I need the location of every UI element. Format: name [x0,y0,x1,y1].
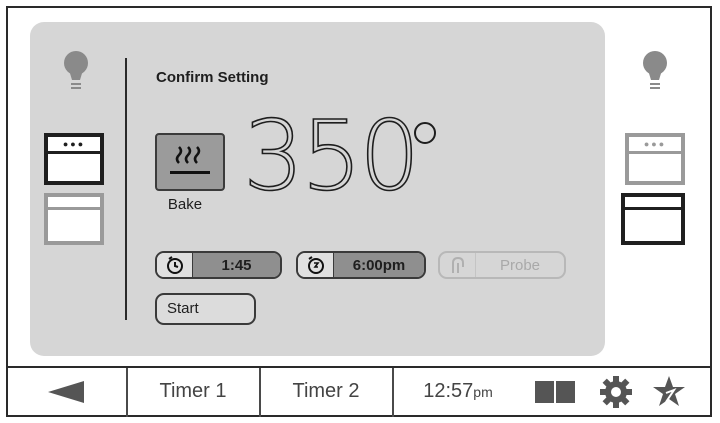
probe-icon [440,253,476,277]
cook-time-value: 1:45 [193,253,280,277]
panel-title: Confirm Setting [156,69,269,86]
right-upper-oven-icon[interactable]: ●●● [625,133,685,185]
end-time-value: 6:00pm [334,253,424,277]
degree-symbol [414,122,436,144]
clock-time: 12:57 [423,380,474,402]
end-time-button[interactable]: 6:00pm [296,251,426,279]
back-button[interactable] [7,368,125,415]
heat-waves-icon [170,146,210,174]
timer1-button[interactable]: Timer 1 [127,368,259,415]
timer-icon [157,253,193,277]
temperature-display[interactable]: 350 [242,107,421,205]
right-lower-oven-icon[interactable] [621,193,685,245]
clock-ampm: pm [473,383,493,400]
bake-mode-button[interactable] [155,133,225,191]
left-upper-oven-icon[interactable]: ●●● [44,133,104,185]
start-button[interactable]: Start [155,293,256,325]
cook-time-button[interactable]: 1:45 [155,251,282,279]
split-view-button[interactable] [530,368,580,415]
settings-button[interactable] [593,368,639,415]
probe-label: Probe [499,256,541,274]
lightbulb-icon[interactable] [62,50,90,92]
left-lower-oven-icon[interactable] [44,193,104,245]
split-view-icon [535,380,575,403]
favorite-star-icon [653,375,685,406]
lightbulb-icon[interactable] [641,50,669,92]
gear-icon [600,375,632,408]
favorites-button[interactable] [646,368,692,415]
mode-label: Bake [167,196,203,213]
panel-divider [125,58,127,320]
timer2-button[interactable]: Timer 2 [260,368,392,415]
clock-display[interactable]: 12:57 pm [393,368,523,415]
delay-timer-icon [298,253,334,277]
back-arrow-icon [48,380,84,403]
probe-button[interactable]: Probe [438,251,566,279]
